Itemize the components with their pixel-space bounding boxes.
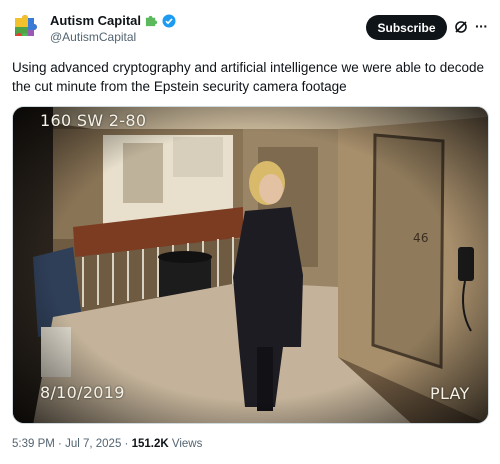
footage-date: 8/10/2019 xyxy=(40,383,125,402)
tweet-time[interactable]: 5:39 PM xyxy=(12,438,55,450)
verified-badge-icon xyxy=(162,14,176,27)
author-handle[interactable]: @AutismCapital xyxy=(50,30,136,44)
author-name-row[interactable]: Autism Capital xyxy=(50,13,176,28)
camera-label: 160 SW 2-80 xyxy=(40,111,147,130)
puzzle-piece-icon xyxy=(145,15,158,27)
tweet-meta: 5:39 PM · Jul 7, 2025 · 151.2K Views xyxy=(12,438,202,450)
tweet-text: Using advanced cryptography and artifici… xyxy=(12,60,485,94)
views-count[interactable]: 151.2K xyxy=(132,438,169,450)
views-label: Views xyxy=(171,438,203,450)
meta-separator: · xyxy=(124,438,129,450)
meta-separator: · xyxy=(58,438,62,450)
grok-icon[interactable] xyxy=(454,20,468,34)
subscribe-button[interactable]: Subscribe xyxy=(366,15,447,40)
more-icon[interactable]: ··· xyxy=(475,19,489,33)
tweet-media[interactable]: 46 160 SW 2-80 8/10/2019 PLAY xyxy=(12,106,489,424)
avatar[interactable] xyxy=(12,12,42,42)
tweet-date[interactable]: Jul 7, 2025 xyxy=(65,438,121,450)
playback-status: PLAY xyxy=(430,384,470,403)
security-camera-frame xyxy=(13,107,488,423)
door-number: 46 xyxy=(413,231,429,245)
author-display-name[interactable]: Autism Capital xyxy=(50,13,141,28)
tweet-header: Autism Capital @AutismCapital Subscribe … xyxy=(0,0,500,52)
